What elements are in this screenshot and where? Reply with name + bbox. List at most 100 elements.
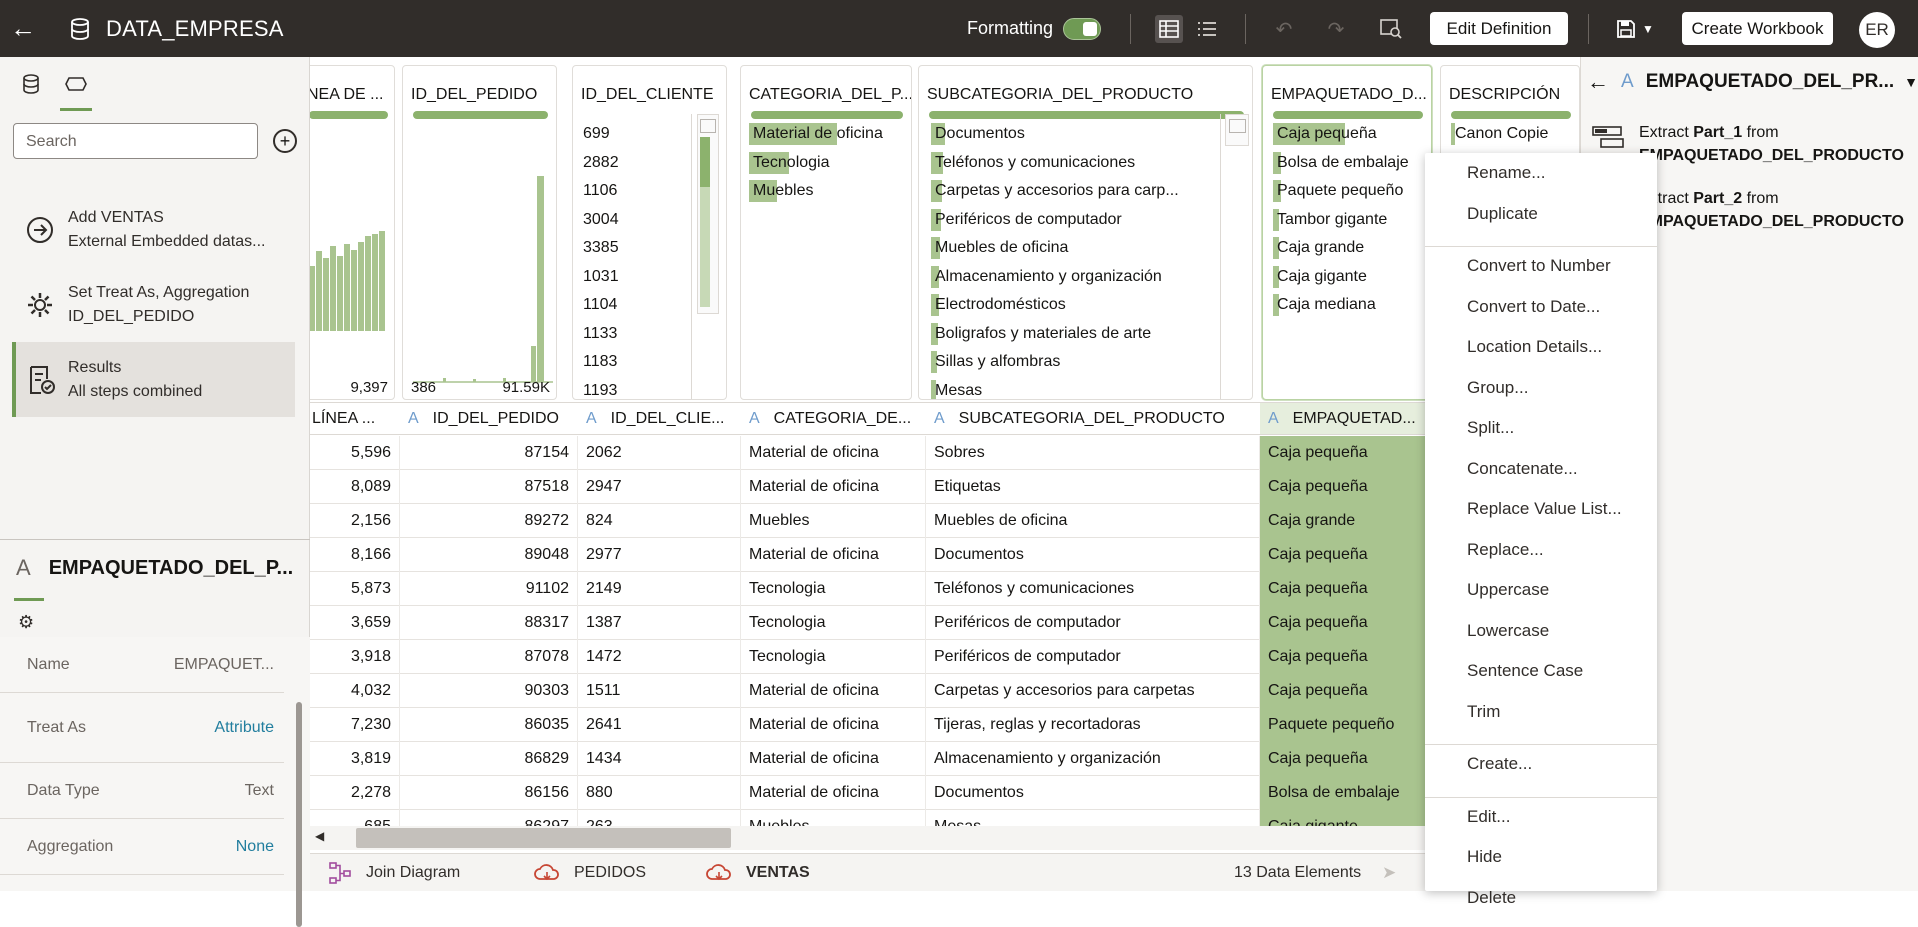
value-item[interactable]: Muebles de oficina bbox=[931, 234, 1179, 263]
cell-id-pedido[interactable]: 90303 bbox=[400, 674, 578, 708]
cell-categoria[interactable]: Material de oficina bbox=[741, 538, 926, 572]
value-item[interactable]: Carpetas y accesorios para carp... bbox=[931, 177, 1179, 206]
cell-empaquetado[interactable]: Caja pequeña bbox=[1260, 640, 1430, 674]
cell-id-pedido[interactable]: 89272 bbox=[400, 504, 578, 538]
cell-empaquetado[interactable]: Caja pequeña bbox=[1260, 538, 1430, 572]
profile-minimap[interactable] bbox=[697, 114, 719, 314]
value-item[interactable]: Almacenamiento y organización bbox=[931, 263, 1179, 292]
cell-linea[interactable]: 8,089 bbox=[310, 470, 400, 504]
steps-tab-icon[interactable] bbox=[58, 69, 94, 111]
cell-empaquetado[interactable]: Paquete pequeño bbox=[1260, 708, 1430, 742]
value-item[interactable]: Tecnologia bbox=[749, 149, 883, 178]
cell-linea[interactable]: 5,873 bbox=[310, 572, 400, 606]
cell-subcategoria[interactable]: Etiquetas bbox=[926, 470, 1260, 504]
menu-item-sentence-case[interactable]: Sentence Case bbox=[1467, 661, 1583, 681]
tab-join-diagram[interactable]: Join Diagram bbox=[328, 854, 460, 892]
menu-item-location-details[interactable]: Location Details... bbox=[1467, 337, 1602, 357]
cell-id-pedido[interactable]: 87518 bbox=[400, 470, 578, 504]
cell-categoria[interactable]: Material de oficina bbox=[741, 674, 926, 708]
menu-item-lowercase[interactable]: Lowercase bbox=[1467, 621, 1549, 641]
menu-item-group[interactable]: Group... bbox=[1467, 378, 1528, 398]
prop-value[interactable]: None bbox=[236, 838, 274, 856]
prop-data-type[interactable]: Data Type Text bbox=[0, 763, 284, 819]
cell-categoria[interactable]: Material de oficina bbox=[741, 708, 926, 742]
column-header-categoria[interactable]: A CATEGORIA_DE... bbox=[741, 402, 926, 435]
scroll-left-icon[interactable]: ◀ bbox=[315, 829, 324, 843]
cell-linea[interactable]: 3,918 bbox=[310, 640, 400, 674]
menu-item-duplicate[interactable]: Duplicate bbox=[1467, 204, 1538, 224]
grid-view-icon[interactable] bbox=[1155, 15, 1183, 43]
add-step-icon[interactable]: + bbox=[273, 129, 297, 153]
cell-empaquetado[interactable]: Caja pequeña bbox=[1260, 742, 1430, 776]
cell-id-cliente[interactable]: 2947 bbox=[578, 470, 741, 504]
value-item[interactable]: Material de oficina bbox=[749, 120, 883, 149]
cell-subcategoria[interactable]: Periféricos de computador bbox=[926, 606, 1260, 640]
value-item[interactable]: Periféricos de computador bbox=[931, 206, 1179, 235]
cell-id-pedido[interactable]: 87078 bbox=[400, 640, 578, 674]
step-set-treat-as[interactable]: Set Treat As, Aggregation ID_DEL_PEDIDO bbox=[12, 267, 295, 342]
profile-card-subcategoria[interactable]: SUBCATEGORIA_DEL_PRODUCTO Documentos Tel… bbox=[918, 65, 1253, 400]
cell-linea[interactable]: 2,156 bbox=[310, 504, 400, 538]
search-input[interactable]: Search bbox=[13, 123, 258, 159]
cell-empaquetado[interactable]: Caja pequeña bbox=[1260, 436, 1430, 470]
cell-linea[interactable]: 4,032 bbox=[310, 674, 400, 708]
cell-id-cliente[interactable]: 1387 bbox=[578, 606, 741, 640]
value-item[interactable]: Muebles bbox=[749, 177, 883, 206]
column-header-id-cliente[interactable]: A ID_DEL_CLIE... bbox=[578, 402, 741, 435]
tab-pedidos[interactable]: PEDIDOS bbox=[534, 854, 646, 892]
menu-item-replace[interactable]: Replace... bbox=[1467, 540, 1544, 560]
value-item[interactable]: Teléfonos y comunicaciones bbox=[931, 149, 1179, 178]
edit-definition-button[interactable]: Edit Definition bbox=[1430, 12, 1568, 45]
undo-icon[interactable]: ↶ bbox=[1270, 15, 1298, 43]
menu-item-split[interactable]: Split... bbox=[1467, 418, 1514, 438]
cell-id-pedido[interactable]: 91102 bbox=[400, 572, 578, 606]
column-header-linea[interactable]: LÍNEA ... bbox=[310, 402, 400, 435]
cell-linea[interactable]: 2,278 bbox=[310, 776, 400, 810]
profile-minimap[interactable] bbox=[1225, 114, 1249, 146]
value-item[interactable]: 1031 bbox=[579, 263, 619, 292]
cell-empaquetado[interactable]: Caja pequeña bbox=[1260, 470, 1430, 504]
cell-id-cliente[interactable]: 2062 bbox=[578, 436, 741, 470]
cell-id-pedido[interactable]: 87154 bbox=[400, 436, 578, 470]
save-icon[interactable]: ▼ bbox=[1612, 15, 1658, 43]
redo-icon[interactable]: ↷ bbox=[1322, 15, 1350, 43]
formatting-toggle[interactable] bbox=[1063, 18, 1101, 40]
menu-item-edit[interactable]: Edit... bbox=[1467, 807, 1510, 827]
value-item[interactable]: 699 bbox=[579, 120, 619, 149]
value-item[interactable]: Electrodomésticos bbox=[931, 291, 1179, 320]
list-view-icon[interactable] bbox=[1193, 15, 1221, 43]
value-item[interactable]: Boligrafos y materiales de arte bbox=[931, 320, 1179, 349]
scrollbar-thumb[interactable] bbox=[356, 828, 731, 848]
cell-id-cliente[interactable]: 1472 bbox=[578, 640, 741, 674]
general-settings-gear-icon[interactable]: ⚙ bbox=[18, 612, 34, 633]
prop-value[interactable]: Attribute bbox=[214, 719, 274, 737]
horizontal-scrollbar[interactable]: ◀ bbox=[310, 826, 1578, 850]
cell-id-cliente[interactable]: 2641 bbox=[578, 708, 741, 742]
cell-subcategoria[interactable]: Sobres bbox=[926, 436, 1260, 470]
data-tab-database-icon[interactable] bbox=[13, 69, 49, 99]
pin-icon[interactable]: ➤ bbox=[1382, 863, 1396, 883]
value-item[interactable]: 3385 bbox=[579, 234, 619, 263]
cell-subcategoria[interactable]: Muebles de oficina bbox=[926, 504, 1260, 538]
profile-card-linea[interactable]: NEA DE ... 9,397 bbox=[310, 65, 395, 400]
cell-id-cliente[interactable]: 880 bbox=[578, 776, 741, 810]
properties-scrollbar[interactable] bbox=[296, 702, 302, 927]
cell-id-pedido[interactable]: 89048 bbox=[400, 538, 578, 572]
chevron-down-icon[interactable]: ▼ bbox=[1904, 74, 1918, 90]
profile-card-empaquetado[interactable]: EMPAQUETADO_D... Caja pequeña Bolsa de e… bbox=[1262, 65, 1432, 400]
column-header-subcategoria[interactable]: A SUBCATEGORIA_DEL_PRODUCTO bbox=[926, 402, 1260, 435]
cell-id-pedido[interactable]: 88317 bbox=[400, 606, 578, 640]
prop-aggregation[interactable]: Aggregation None bbox=[0, 819, 284, 875]
cell-id-cliente[interactable]: 2977 bbox=[578, 538, 741, 572]
value-item[interactable]: Canon Copie bbox=[1451, 120, 1548, 149]
menu-item-uppercase[interactable]: Uppercase bbox=[1467, 580, 1549, 600]
back-arrow-icon[interactable]: ← bbox=[1587, 69, 1609, 95]
menu-item-convert-to-date[interactable]: Convert to Date... bbox=[1467, 297, 1600, 317]
cell-subcategoria[interactable]: Documentos bbox=[926, 776, 1260, 810]
value-item[interactable]: 1183 bbox=[579, 348, 619, 377]
cell-id-cliente[interactable]: 1511 bbox=[578, 674, 741, 708]
cell-subcategoria[interactable]: Almacenamiento y organización bbox=[926, 742, 1260, 776]
cell-categoria[interactable]: Tecnologia bbox=[741, 606, 926, 640]
cell-empaquetado[interactable]: Caja pequeña bbox=[1260, 674, 1430, 708]
tab-ventas[interactable]: VENTAS bbox=[706, 854, 810, 892]
